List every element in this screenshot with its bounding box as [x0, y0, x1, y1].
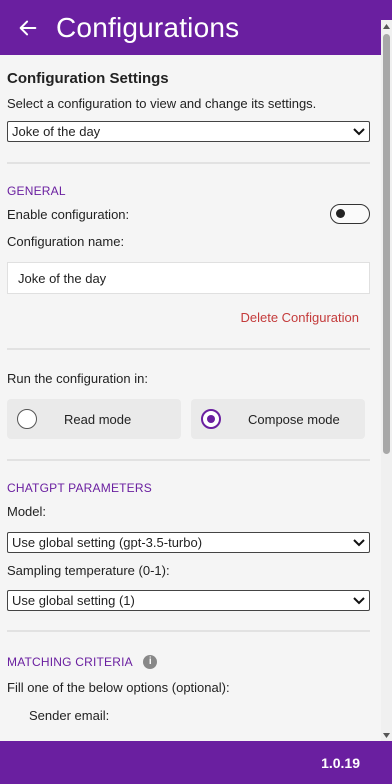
temperature-label: Sampling temperature (0-1):: [7, 563, 170, 578]
run-mode-label: Run the configuration in:: [7, 371, 148, 386]
scroll-down-icon[interactable]: [381, 729, 392, 741]
version-label: 1.0.19: [321, 754, 360, 771]
model-label: Model:: [7, 504, 47, 519]
back-button[interactable]: [0, 0, 56, 55]
model-select[interactable]: Use global setting (gpt-3.5-turbo): [7, 532, 370, 553]
chatgpt-heading: CHATGPT PARAMETERS: [7, 481, 152, 495]
scrollbar[interactable]: [381, 20, 392, 741]
compose-mode-radio[interactable]: [201, 409, 221, 429]
app-footer: 1.0.19: [0, 741, 392, 784]
general-heading: GENERAL: [7, 184, 66, 198]
divider: [7, 630, 370, 632]
delete-config-button[interactable]: Delete Configuration: [240, 310, 359, 325]
arrow-left-icon: [19, 20, 37, 35]
toggle-knob: [336, 209, 345, 218]
scroll-up-icon[interactable]: [381, 20, 392, 32]
chevron-down-icon: [353, 538, 365, 546]
enable-config-label: Enable configuration:: [7, 206, 130, 222]
config-settings-title: Configuration Settings: [7, 70, 169, 87]
read-mode-label: Read mode: [64, 411, 132, 427]
matching-description: Fill one of the below options (optional)…: [7, 680, 230, 695]
chevron-down-icon: [353, 596, 365, 604]
configuration-select[interactable]: Joke of the day: [7, 121, 370, 142]
divider: [7, 348, 370, 350]
compose-mode-label: Compose mode: [248, 411, 340, 427]
divider: [7, 459, 370, 461]
settings-content[interactable]: Configuration Settings Select a configur…: [0, 55, 381, 741]
info-icon[interactable]: i: [143, 654, 158, 669]
scroll-thumb[interactable]: [383, 34, 390, 454]
read-mode-option[interactable]: Read mode: [7, 399, 181, 439]
app-header: Configurations: [0, 0, 392, 55]
config-settings-description: Select a configuration to view and chang…: [7, 96, 317, 111]
configuration-select-value: Joke of the day: [12, 124, 101, 139]
model-select-value: Use global setting (gpt-3.5-turbo): [12, 535, 203, 550]
config-name-value: Joke of the day: [18, 270, 107, 286]
read-mode-radio[interactable]: [17, 409, 37, 429]
sender-email-label: Sender email:: [29, 708, 110, 723]
compose-mode-option[interactable]: Compose mode: [191, 399, 365, 439]
temperature-select[interactable]: Use global setting (1): [7, 590, 370, 611]
enable-config-toggle[interactable]: [330, 204, 370, 224]
config-name-label: Configuration name:: [7, 234, 125, 249]
config-name-input[interactable]: Joke of the day: [7, 262, 370, 294]
matching-heading: MATCHING CRITERIA: [7, 655, 133, 669]
chevron-down-icon: [353, 127, 365, 135]
temperature-select-value: Use global setting (1): [12, 593, 135, 608]
divider: [7, 162, 370, 164]
page-title: Configurations: [56, 11, 240, 43]
